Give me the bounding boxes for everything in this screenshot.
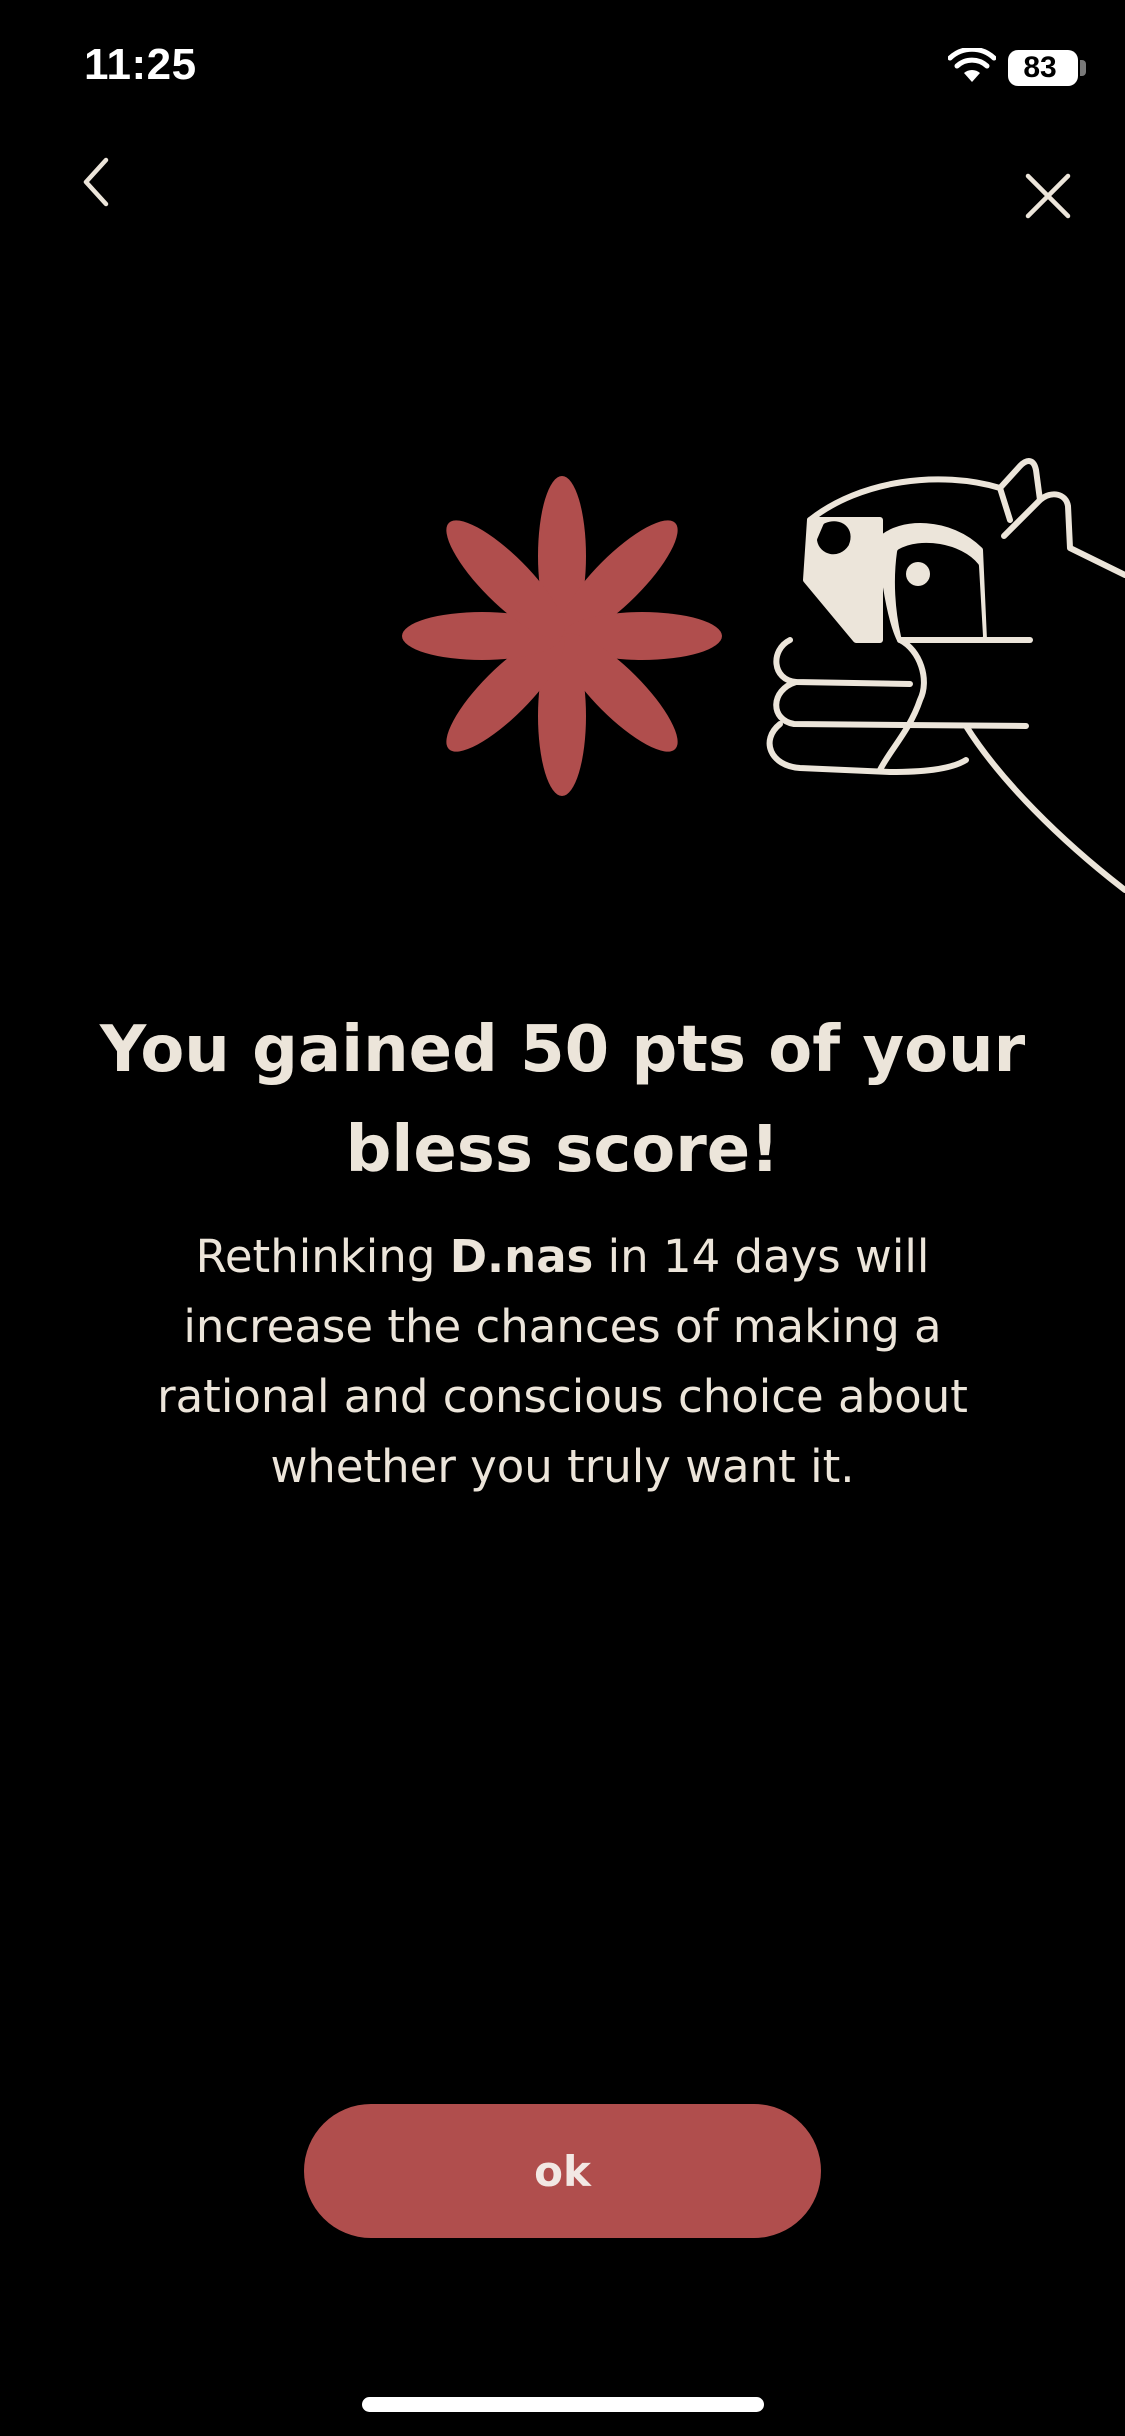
description-prefix: Rethinking: [195, 1230, 450, 1283]
raccoon-hand-icon: [766, 458, 1125, 893]
description-line-4: whether you truly want it.: [270, 1440, 855, 1493]
description-line-2: increase the chances of making a: [183, 1300, 942, 1353]
back-button[interactable]: [70, 150, 122, 214]
wifi-icon: [948, 48, 996, 82]
illustration: [402, 458, 1125, 893]
battery-cap: [1080, 60, 1086, 76]
ok-button[interactable]: ok: [304, 2104, 821, 2238]
headline: You gained 50 pts of your bless score!: [80, 1000, 1045, 1200]
battery-icon: 83: [1008, 50, 1078, 86]
headline-line-1: You gained 50 pts of your: [99, 1013, 1026, 1087]
status-time: 11:25: [84, 40, 197, 89]
close-button[interactable]: [1020, 168, 1076, 224]
home-indicator: [362, 2397, 764, 2412]
description-line-1-suffix: in 14 days will: [593, 1230, 930, 1283]
description: Rethinking D.nas in 14 days will increas…: [120, 1222, 1005, 1502]
item-name: D.nas: [449, 1230, 594, 1283]
battery-level: 83: [1023, 51, 1057, 84]
close-icon: [1025, 173, 1071, 219]
description-line-3: rational and conscious choice about: [157, 1370, 968, 1423]
flower-icon: [402, 476, 722, 796]
headline-line-2: bless score!: [345, 1113, 780, 1187]
status-bar: 11:25 83: [0, 0, 1125, 140]
chevron-left-icon: [83, 157, 109, 207]
